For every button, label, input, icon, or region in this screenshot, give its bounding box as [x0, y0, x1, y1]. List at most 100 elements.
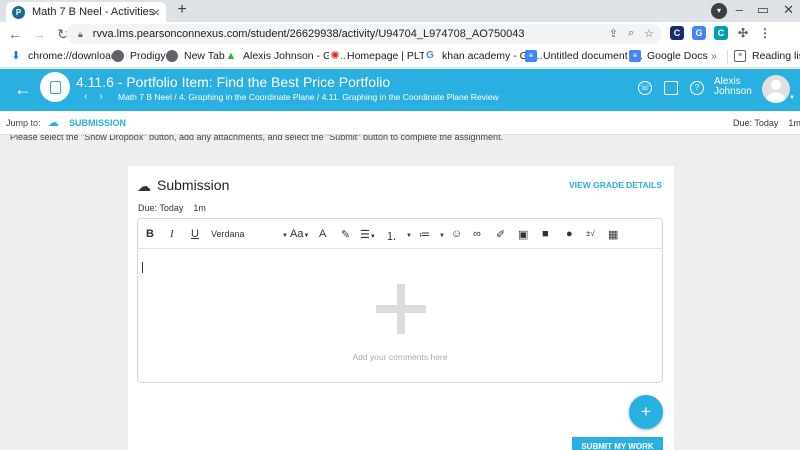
jump-label: Jump to:	[6, 118, 41, 128]
zoom-search-icon[interactable]: ⌕	[628, 27, 634, 40]
editor-toolbar: B I U Verdana ▼ Aa▼ A ✎ ☰▼ ⒈ ▼ ≔ ▼ ☺ ∞ ✐…	[138, 219, 662, 249]
notes-icon[interactable]	[664, 81, 678, 95]
highlight-icon[interactable]: ✎	[341, 228, 350, 241]
jump-bar: Jump to: ☁ SUBMISSION Due: Today 1m	[0, 111, 800, 135]
reading-list-label: Reading list	[752, 50, 800, 62]
view-grade-details-link[interactable]: VIEW GRADE DETAILS	[569, 180, 662, 190]
bookmark-item[interactable]: ▲ Alexis Johnson - Go...	[225, 50, 346, 62]
user-last-name: Johnson	[714, 86, 752, 97]
window-controls: – ▭ ✕	[736, 2, 794, 18]
url-text: rvva.lms.pearsonconnexus.com/student/266…	[92, 28, 525, 40]
chevron-right-icon[interactable]: ›	[99, 91, 102, 102]
emoji-icon[interactable]: ☺	[451, 228, 462, 240]
due-label: Due: Today	[733, 118, 779, 128]
bookmark-item[interactable]: New Tab	[166, 50, 225, 62]
align-icon[interactable]: ☰▼	[360, 228, 376, 241]
bookmark-item[interactable]: ⬇ chrome://downloads	[10, 50, 122, 62]
avatar[interactable]	[762, 75, 790, 103]
bookmark-label: Google Docs	[647, 50, 708, 62]
bookmark-star-icon[interactable]: ☆	[644, 27, 654, 40]
submission-title: Submission	[157, 177, 230, 193]
numbered-list-icon[interactable]: ⒈	[386, 228, 397, 244]
table-icon[interactable]: ▦	[608, 228, 618, 241]
bookmarks-bar: ⬇ chrome://downloads Prodigy New Tab ▲ A…	[0, 46, 800, 68]
cloud-upload-icon: ☁	[137, 178, 151, 194]
submission-card: ☁ Submission VIEW GRADE DETAILS Due: Tod…	[128, 166, 674, 450]
help-icon[interactable]: ?	[690, 81, 704, 95]
cloud-upload-icon[interactable]: ☁	[48, 116, 59, 129]
font-family-dropdown-icon[interactable]: ▼	[282, 228, 288, 240]
rich-text-editor: B I U Verdana ▼ Aa▼ A ✎ ☰▼ ⒈ ▼ ≔ ▼ ☺ ∞ ✐…	[137, 218, 663, 383]
extension-c-icon[interactable]: C	[670, 26, 684, 40]
instructions-text: Please select the "Show Dropbox" button,…	[10, 135, 504, 142]
close-tab-icon[interactable]: ×	[152, 4, 160, 20]
bookmark-item[interactable]: Prodigy	[112, 50, 166, 62]
font-family-select[interactable]: Verdana	[211, 229, 245, 239]
browser-tab-strip: P Math 7 B Neel - Activities × + ▾ – ▭ ✕	[0, 0, 800, 22]
add-attachment-plus-icon[interactable]	[376, 284, 426, 334]
close-window-icon[interactable]: ✕	[783, 2, 794, 18]
submit-my-work-button[interactable]: SUBMIT MY WORK	[572, 437, 663, 450]
add-fab-button[interactable]: +	[629, 395, 663, 429]
globe-icon	[112, 50, 124, 62]
maximize-icon[interactable]: ▭	[757, 2, 769, 18]
comments-placeholder: Add your comments here	[352, 352, 448, 362]
breadcrumb[interactable]: Math 7 B Neel / 4. Graphing in the Coord…	[118, 92, 499, 102]
bookmark-item[interactable]: ≡ Untitled document -...	[525, 50, 643, 62]
video-icon[interactable]: ■	[542, 228, 549, 240]
text-cursor	[142, 262, 143, 273]
bookmark-item[interactable]: ≡ Google Docs	[629, 50, 708, 62]
bookmark-label: Prodigy	[130, 50, 166, 62]
forward-icon[interactable]: →	[30, 26, 48, 42]
submission-due: Due: Today 1m	[138, 203, 206, 213]
due-time: 1m	[788, 118, 800, 128]
underline-button[interactable]: U	[191, 228, 199, 240]
more-menu-icon[interactable]: ⋮	[758, 26, 772, 40]
bookmarks-overflow-button[interactable]: »	[711, 50, 717, 62]
drive-icon: ▲	[225, 50, 237, 62]
bookmark-label: chrome://downloads	[28, 50, 122, 62]
due-label: Due: Today	[138, 203, 184, 213]
lesson-badge-icon	[40, 72, 70, 102]
browser-tab[interactable]: P Math 7 B Neel - Activities ×	[6, 2, 166, 22]
text-color-icon[interactable]: A	[319, 228, 326, 240]
globe-icon	[166, 50, 178, 62]
bullet-list-icon[interactable]: ≔	[419, 228, 430, 241]
font-size-button[interactable]: Aa▼	[290, 228, 309, 240]
chevron-left-icon[interactable]: ‹	[84, 91, 87, 102]
back-icon[interactable]: ←	[6, 26, 24, 42]
image-icon[interactable]: ▣	[518, 228, 528, 241]
pltw-icon: ✺	[329, 50, 341, 62]
editor-input-area[interactable]: Add your comments here	[138, 250, 662, 382]
italic-button[interactable]: I	[170, 228, 174, 240]
lock-icon[interactable]: 🔒︎	[78, 29, 83, 40]
minimize-icon[interactable]: –	[736, 2, 743, 18]
extensions-puzzle-icon[interactable]: ✣	[736, 26, 750, 40]
docs-icon: ≡	[525, 50, 537, 62]
avatar-dropdown-icon[interactable]: ▼	[789, 95, 795, 101]
bullet-list-dropdown-icon[interactable]: ▼	[439, 228, 445, 240]
bold-button[interactable]: B	[146, 228, 154, 240]
user-name[interactable]: Alexis Johnson	[714, 77, 752, 97]
draw-icon[interactable]: ✐	[496, 228, 505, 241]
reading-list-button[interactable]: ≡ Reading list	[734, 50, 800, 62]
jump-to-submission-link[interactable]: SUBMISSION	[69, 118, 126, 128]
docs-icon: ≡	[629, 50, 641, 62]
tab-search-icon[interactable]: ▾	[711, 3, 727, 19]
translate-extension-icon[interactable]: G	[692, 26, 706, 40]
share-icon[interactable]: ⇪	[609, 27, 618, 40]
numbered-list-dropdown-icon[interactable]: ▼	[406, 228, 412, 240]
link-icon[interactable]: ∞	[473, 228, 481, 240]
address-bar[interactable]: 🔒︎ rvva.lms.pearsonconnexus.com/student/…	[66, 24, 662, 44]
back-arrow-icon[interactable]: ←	[14, 79, 32, 100]
google-icon: G	[424, 50, 436, 62]
pearson-favicon-icon: P	[12, 5, 25, 19]
reading-list-icon: ≡	[734, 50, 746, 62]
equation-icon[interactable]: ±√	[586, 229, 595, 238]
bookmark-item[interactable]: ✺ Homepage | PLTW	[329, 50, 435, 62]
new-tab-button[interactable]: +	[173, 1, 191, 19]
microphone-icon[interactable]: ●	[566, 228, 573, 240]
extension-c2-icon[interactable]: C	[714, 26, 728, 40]
phone-icon[interactable]: ☏	[638, 81, 652, 95]
due-time: 1m	[193, 203, 206, 213]
